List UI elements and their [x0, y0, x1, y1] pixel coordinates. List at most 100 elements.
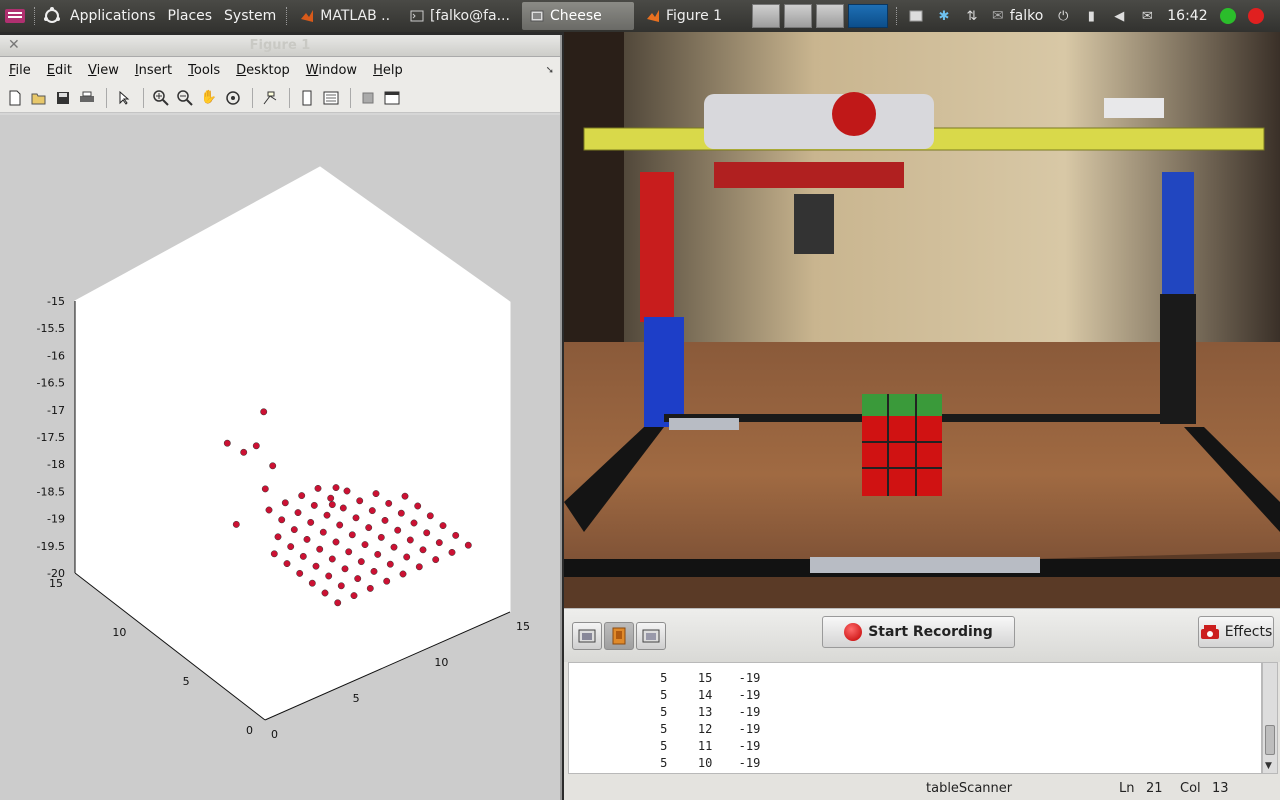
- menu-help[interactable]: Help: [368, 63, 408, 78]
- scatter-point: [281, 499, 289, 507]
- menu-insert[interactable]: Insert: [130, 63, 177, 78]
- panel-launcher-icon[interactable]: [0, 0, 30, 32]
- task-matlab[interactable]: MATLAB ..: [292, 2, 398, 30]
- scatter-point: [328, 555, 336, 563]
- menu-file[interactable]: File: [4, 63, 36, 78]
- scatter-point: [290, 526, 298, 534]
- scatter-point: [299, 552, 307, 560]
- menu-view[interactable]: View: [83, 63, 124, 78]
- scatter-point: [394, 526, 402, 534]
- scatter-point: [325, 572, 333, 580]
- video-mode-button[interactable]: [604, 622, 634, 650]
- scatter-point: [366, 584, 374, 592]
- scrollbar-thumb[interactable]: [1265, 725, 1275, 755]
- code-line: 5 15 -19: [660, 671, 761, 685]
- task-label: MATLAB ..: [320, 8, 391, 24]
- scatter-point: [303, 535, 311, 543]
- z-tick-label: -17: [47, 404, 65, 417]
- burst-mode-button[interactable]: [636, 622, 666, 650]
- clock[interactable]: 16:42: [1161, 0, 1213, 32]
- scatter-point: [357, 558, 365, 566]
- workspace-1[interactable]: [751, 4, 780, 28]
- plot-area[interactable]: -15 -15.5 -16 -16.5 -17 -17.5 -18 -18.5 -19 -19.5…: [0, 115, 560, 800]
- scatter-point: [432, 556, 440, 564]
- print-icon[interactable]: [76, 87, 98, 109]
- battery-icon[interactable]: ▮: [1081, 6, 1101, 26]
- mail-icon[interactable]: ✉: [1137, 6, 1157, 26]
- network-icon[interactable]: ⇅: [962, 6, 982, 26]
- scatter3-plot[interactable]: -15 -15.5 -16 -16.5 -17 -17.5 -18 -18.5 -19 -19.5…: [0, 115, 560, 800]
- workspace-4[interactable]: [847, 4, 888, 28]
- photo-icon: [578, 629, 596, 643]
- cheese-window: Start Recording Effects: [564, 32, 1280, 662]
- menu-edit[interactable]: Edit: [42, 63, 77, 78]
- cheese-icon: [530, 9, 544, 23]
- volume-icon[interactable]: ◀: [1109, 6, 1129, 26]
- save-icon[interactable]: [52, 87, 74, 109]
- places-menu[interactable]: Places: [162, 0, 219, 32]
- rotate-icon[interactable]: [222, 87, 244, 109]
- z-axis-ticks: -15 -15.5 -16 -16.5 -17 -17.5 -18 -18.5 -19 -19.5…: [37, 295, 65, 580]
- menu-tools[interactable]: Tools: [183, 63, 225, 78]
- data-cursor-icon[interactable]: [259, 87, 281, 109]
- pointer-icon[interactable]: [113, 87, 135, 109]
- task-label: Figure 1: [665, 8, 723, 24]
- scatter-point: [337, 582, 345, 590]
- pan-icon[interactable]: ✋: [198, 87, 220, 109]
- scatter-point: [464, 541, 472, 549]
- panel-separator: [286, 7, 288, 25]
- status-col-value: 13: [1212, 781, 1229, 796]
- menu-window[interactable]: Window: [301, 63, 362, 78]
- show-plottools-icon[interactable]: [381, 87, 403, 109]
- menu-desktop[interactable]: Desktop: [231, 63, 295, 78]
- zoom-in-icon[interactable]: [150, 87, 172, 109]
- workspace-2[interactable]: [783, 4, 812, 28]
- zoom-out-icon[interactable]: [174, 87, 196, 109]
- system-menu[interactable]: System: [218, 0, 282, 32]
- user-menu[interactable]: ✉ falko: [986, 0, 1049, 32]
- figure-titlebar[interactable]: ✕ Figure 1: [0, 35, 560, 57]
- photo-mode-button[interactable]: [572, 622, 602, 650]
- shutdown-icon[interactable]: [1246, 6, 1266, 26]
- colorbar-icon[interactable]: [296, 87, 318, 109]
- scatter-point: [401, 492, 409, 500]
- bluetooth-icon[interactable]: ✱: [934, 6, 954, 26]
- show-desktop-icon[interactable]: [906, 6, 926, 26]
- scatter-point: [332, 538, 340, 546]
- matlab-icon: [300, 9, 314, 23]
- scatter-point: [339, 504, 347, 512]
- hide-plottools-icon[interactable]: [357, 87, 379, 109]
- user-icon: ✉: [991, 8, 1004, 24]
- task-cheese[interactable]: Cheese: [521, 2, 634, 30]
- scatter-point: [390, 543, 398, 551]
- open-icon[interactable]: [28, 87, 50, 109]
- status-online-icon[interactable]: [1218, 6, 1238, 26]
- workspace-3[interactable]: [815, 4, 844, 28]
- new-file-icon[interactable]: [4, 87, 26, 109]
- scatter-point: [386, 560, 394, 568]
- scatter-point: [232, 520, 240, 528]
- effects-button[interactable]: Effects: [1198, 616, 1274, 648]
- effects-label: Effects: [1224, 624, 1273, 640]
- applications-menu[interactable]: Applications: [64, 0, 162, 32]
- scatter-point: [343, 487, 351, 495]
- scatter-point: [419, 546, 427, 554]
- start-recording-button[interactable]: Start Recording: [822, 616, 1015, 648]
- scroll-down-icon[interactable]: ▼: [1265, 761, 1272, 771]
- ubuntu-logo-icon[interactable]: [40, 0, 64, 32]
- scatter-point: [307, 518, 315, 526]
- axes-box: [74, 166, 511, 721]
- scatter-point: [336, 521, 344, 529]
- z-tick-label: -18.5: [37, 485, 65, 498]
- editor-scrollbar[interactable]: ▼: [1262, 662, 1278, 774]
- power-icon[interactable]: ⏻: [1053, 6, 1073, 26]
- scatter-point: [365, 524, 373, 532]
- editor-text-area[interactable]: 5 15 -19 5 14 -19 5 13 -19 5 12 -19 5 11 -19 5 10 -1…: [568, 662, 1262, 774]
- legend-icon[interactable]: [320, 87, 342, 109]
- scatter-point: [372, 490, 380, 498]
- dock-arrow-icon[interactable]: ➘: [546, 65, 554, 76]
- scatter-point: [348, 531, 356, 539]
- task-figure1[interactable]: Figure 1: [638, 2, 748, 30]
- scatter-point: [383, 577, 391, 585]
- task-terminal[interactable]: [falko@fa...: [402, 2, 518, 30]
